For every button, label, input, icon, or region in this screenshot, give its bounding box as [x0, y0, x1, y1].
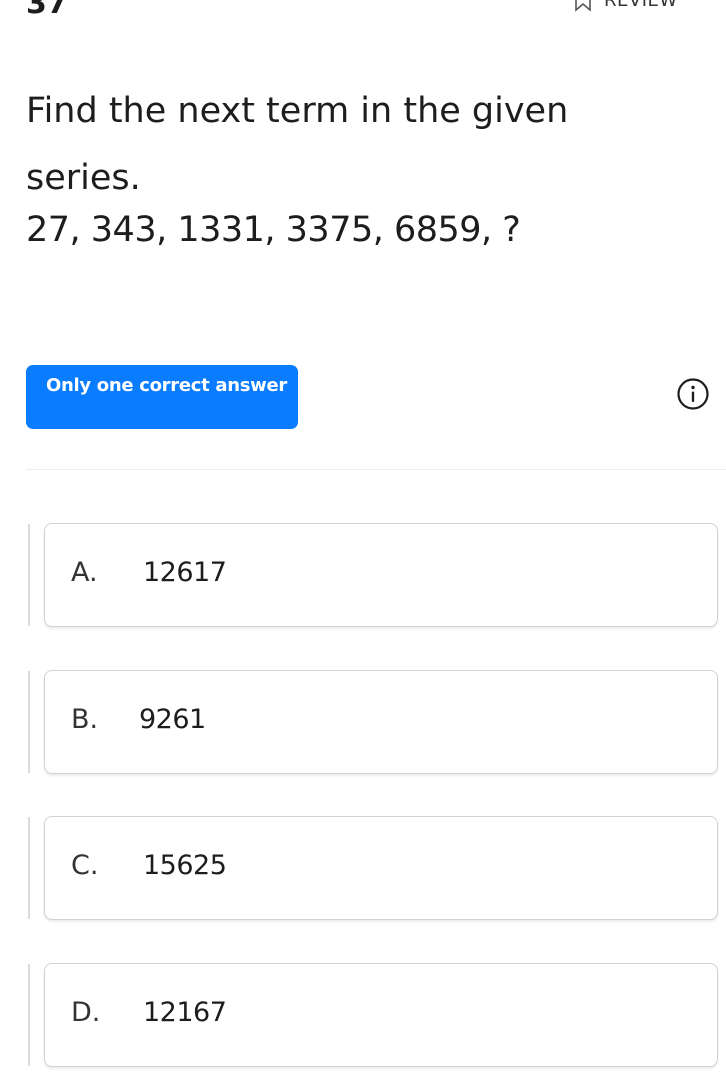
option-letter: A.	[71, 557, 98, 588]
option-d[interactable]: D. 12167	[44, 963, 718, 1067]
option-value: 9261	[139, 704, 206, 735]
question-text: Find the next term in the given series.	[26, 91, 569, 198]
option-rail	[28, 671, 30, 773]
bookmark-icon[interactable]	[574, 0, 592, 12]
answer-type-badge: Only one correct answer	[26, 365, 298, 429]
option-value: 12617	[143, 557, 227, 588]
option-letter: C.	[71, 850, 99, 881]
quiz-page: 37 REVIEW Find the next term in the give…	[0, 0, 726, 1080]
option-value: 15625	[143, 850, 227, 881]
option-letter: B.	[71, 704, 99, 735]
divider	[26, 469, 726, 470]
review-label[interactable]: REVIEW	[604, 0, 678, 11]
option-letter: D.	[71, 997, 101, 1028]
question-number: 37	[26, 0, 68, 21]
option-b[interactable]: B. 9261	[44, 670, 718, 774]
option-c[interactable]: C. 15625	[44, 816, 718, 920]
top-bar: 37 REVIEW	[0, 0, 726, 21]
option-rail	[28, 964, 30, 1066]
option-rail	[28, 817, 30, 919]
info-icon[interactable]	[676, 377, 710, 411]
question-series: 27, 343, 1331, 3375, 6859, ?	[26, 210, 521, 250]
option-value: 12167	[143, 997, 227, 1028]
option-rail	[28, 524, 30, 626]
option-a[interactable]: A. 12617	[44, 523, 718, 627]
